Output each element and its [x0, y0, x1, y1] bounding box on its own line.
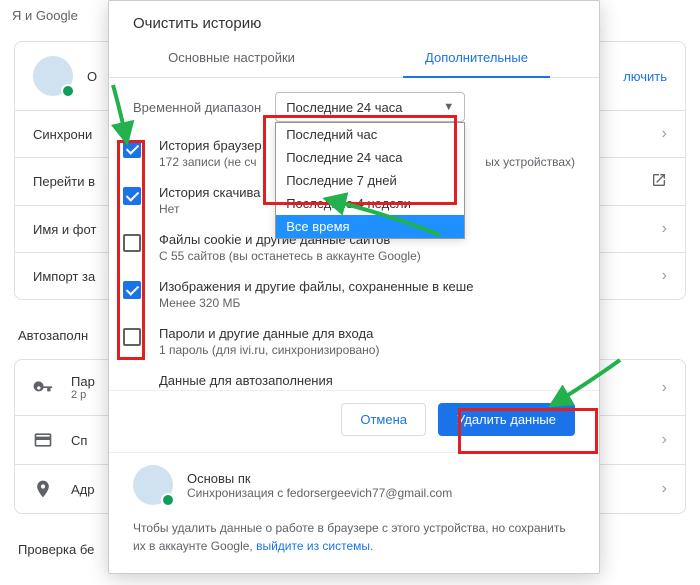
chevron-right-icon: › [662, 267, 667, 285]
chevron-right-icon: › [662, 379, 667, 397]
item-subtitle: 172 записи (не сч [159, 155, 262, 169]
time-range-option[interactable]: Последние 4 недели [276, 192, 464, 215]
tab-basic[interactable]: Основные настройки [109, 40, 354, 77]
dialog-footer: Отмена Удалить данные [109, 390, 599, 452]
item-title: История браузер [159, 138, 262, 153]
row-label: Перейти в [33, 174, 95, 189]
time-range-row: Временной диапазон Последние 24 часа ▼ П… [109, 78, 599, 130]
item-title: Изображения и другие файлы, сохраненные … [159, 279, 473, 294]
time-range-select[interactable]: Последние 24 часа ▼ [275, 92, 465, 122]
user-avatar [33, 56, 73, 96]
chevron-right-icon: › [662, 480, 667, 498]
checkbox-browsing-history[interactable] [123, 140, 141, 158]
cancel-button[interactable]: Отмена [341, 403, 426, 436]
item-title: История скачива [159, 185, 260, 200]
checkbox-cached[interactable] [123, 281, 141, 299]
item-autofill[interactable]: Данные для автозаполнения [123, 365, 575, 393]
time-range-value: Последние 24 часа [286, 100, 402, 115]
clear-browsing-data-dialog: Очистить историю Основные настройки Допо… [108, 0, 600, 574]
item-subtitle-tail: ых устройствах) [485, 155, 575, 169]
time-range-label: Временной диапазон [133, 100, 261, 115]
enable-sync-button[interactable]: лючить [623, 69, 667, 84]
row-label: Адр [71, 482, 95, 497]
item-passwords[interactable]: Пароли и другие данные для входа 1 парол… [123, 318, 575, 365]
sync-badge-icon [161, 493, 175, 507]
time-range-option-all-time[interactable]: Все время [276, 215, 464, 238]
checkbox-download-history[interactable] [123, 187, 141, 205]
dialog-tabs: Основные настройки Дополнительные [109, 40, 599, 78]
row-label: Импорт за [33, 269, 95, 284]
row-label: Пар [71, 374, 95, 389]
row-label: Сп [71, 433, 87, 448]
sign-out-link[interactable]: выйдите из системы. [256, 539, 373, 553]
checkbox-cookies[interactable] [123, 234, 141, 252]
item-cached[interactable]: Изображения и другие файлы, сохраненные … [123, 271, 575, 318]
chevron-right-icon: › [662, 220, 667, 238]
chevron-right-icon: › [662, 125, 667, 143]
profile-name: Основы пк [187, 471, 452, 486]
chevron-right-icon: › [662, 431, 667, 449]
tab-advanced[interactable]: Дополнительные [354, 40, 599, 77]
credit-card-icon [33, 430, 53, 450]
item-subtitle: Нет [159, 202, 260, 216]
external-link-icon [651, 172, 667, 191]
checkbox-passwords[interactable] [123, 328, 141, 346]
item-title: Данные для автозаполнения [159, 373, 333, 388]
profile-name: О [87, 69, 97, 84]
dialog-profile-block: Основы пк Синхронизация с fedorsergeevic… [109, 452, 599, 513]
sync-badge-icon [61, 84, 75, 98]
user-avatar [133, 465, 173, 505]
location-icon [33, 479, 53, 499]
row-sublabel: 2 р [71, 389, 95, 401]
item-subtitle: 1 пароль (для ivi.ru, синхронизировано) [159, 343, 379, 357]
item-title: Пароли и другие данные для входа [159, 326, 379, 341]
dialog-footer-note: Чтобы удалить данные о работе в браузере… [109, 513, 599, 573]
item-subtitle: Менее 320 МБ [159, 296, 473, 310]
row-label: Имя и фот [33, 222, 96, 237]
profile-sync-status: Синхронизация с fedorsergeevich77@gmail.… [187, 486, 452, 500]
item-subtitle: С 55 сайтов (вы останетесь в аккаунте Go… [159, 249, 421, 263]
time-range-option[interactable]: Последние 7 дней [276, 169, 464, 192]
time-range-dropdown: Последний час Последние 24 часа Последни… [275, 122, 465, 239]
time-range-option[interactable]: Последние 24 часа [276, 146, 464, 169]
row-label: Синхрони [33, 127, 92, 142]
time-range-option[interactable]: Последний час [276, 123, 464, 146]
dialog-title: Очистить историю [109, 1, 599, 40]
clear-data-button[interactable]: Удалить данные [438, 403, 575, 436]
caret-down-icon: ▼ [443, 101, 454, 113]
key-icon [33, 378, 53, 398]
